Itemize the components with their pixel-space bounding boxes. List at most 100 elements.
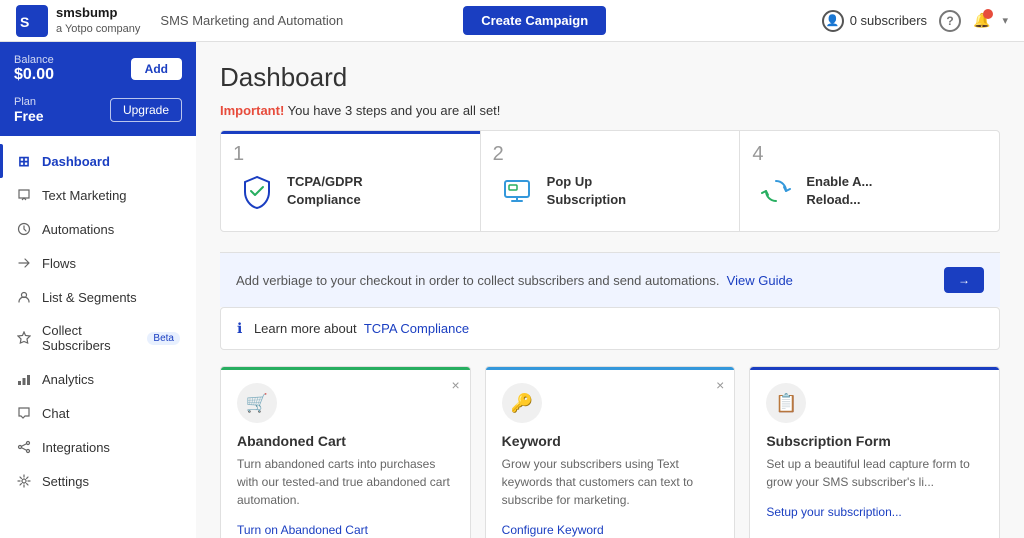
- view-guide-link[interactable]: View Guide: [727, 273, 793, 288]
- sidebar-item-label: Automations: [42, 222, 114, 237]
- plan-value: Free: [14, 108, 44, 124]
- subscribers-count: 0 subscribers: [850, 13, 927, 28]
- step-number-2: 2: [493, 143, 504, 166]
- sidebar-item-list-segments[interactable]: List & Segments: [0, 280, 196, 314]
- sidebar-item-collect-subscribers[interactable]: Collect Subscribers Beta: [0, 314, 196, 362]
- layout: Balance $0.00 Add Plan Free Upgrade ⊞ Da…: [0, 42, 1024, 538]
- page-title: Dashboard: [220, 62, 1000, 93]
- abandoned-cart-close-button[interactable]: ×: [451, 377, 459, 393]
- step-label-1: TCPA/GDPRCompliance: [287, 173, 363, 209]
- steps-container: 1 TCPA/GDPRCompliance 2: [220, 130, 1000, 232]
- sidebar-item-label: Integrations: [42, 440, 110, 455]
- subscribers-button[interactable]: 👤 0 subscribers: [822, 10, 927, 32]
- subscription-form-card: 📋 Subscription Form Set up a beautiful l…: [749, 366, 1000, 538]
- sidebar-plan: Plan Free Upgrade: [0, 92, 196, 136]
- compliance-text-area: ℹ Learn more about TCPA Compliance: [237, 320, 469, 337]
- compliance-icon: ℹ: [237, 320, 242, 336]
- info-bar-button[interactable]: →: [944, 267, 984, 293]
- logo-sub: a Yotpo company: [56, 23, 140, 35]
- main-content: Dashboard Important! You have 3 steps an…: [196, 42, 1024, 538]
- tcpa-link[interactable]: TCPA Compliance: [364, 321, 469, 336]
- step-number-1: 1: [233, 143, 244, 166]
- keyword-card: × 🔑 Keyword Grow your subscribers using …: [485, 366, 736, 538]
- abandoned-cart-card: × 🛒 Abandoned Cart Turn abandoned carts …: [220, 366, 471, 538]
- sidebar: Balance $0.00 Add Plan Free Upgrade ⊞ Da…: [0, 42, 196, 538]
- dashboard-icon: ⊞: [16, 153, 32, 169]
- info-text: Add verbiage to your checkout in order t…: [236, 273, 793, 288]
- sidebar-item-dashboard[interactable]: ⊞ Dashboard: [0, 144, 196, 178]
- logo-main: smsbump: [56, 5, 140, 22]
- shield-icon: [237, 171, 277, 211]
- sidebar-item-analytics[interactable]: Analytics: [0, 362, 196, 396]
- sidebar-nav: ⊞ Dashboard Text Marketing Automations: [0, 136, 196, 538]
- form-icon: 📋: [766, 383, 806, 423]
- subscription-form-desc: Set up a beautiful lead capture form to …: [766, 455, 983, 491]
- important-banner: Important! You have 3 steps and you are …: [220, 103, 1000, 118]
- list-segments-icon: [16, 289, 32, 305]
- sidebar-item-label: Chat: [42, 406, 69, 421]
- logo-text: smsbump a Yotpo company: [56, 5, 140, 36]
- sidebar-item-automations[interactable]: Automations: [0, 212, 196, 246]
- key-icon: 🔑: [502, 383, 542, 423]
- plan-label: Plan: [14, 96, 44, 108]
- keyword-close-button[interactable]: ×: [716, 377, 724, 393]
- subscription-form-link[interactable]: Setup your subscription...: [766, 505, 901, 519]
- user-icon: 👤: [822, 10, 844, 32]
- sidebar-item-label: Analytics: [42, 372, 94, 387]
- step-4: 4 Enable A...Reload...: [740, 131, 999, 231]
- step-content-4: Enable A...Reload...: [756, 151, 872, 211]
- cards-row: × 🛒 Abandoned Cart Turn abandoned carts …: [220, 366, 1000, 538]
- automations-icon: [16, 221, 32, 237]
- sidebar-item-label: Flows: [42, 256, 76, 271]
- sidebar-balance: Balance $0.00 Add: [0, 42, 196, 92]
- svg-text:S: S: [20, 14, 29, 30]
- plan-info: Plan Free: [14, 96, 44, 124]
- sidebar-item-label: List & Segments: [42, 290, 137, 305]
- flows-icon: [16, 255, 32, 271]
- topnav-right: 👤 0 subscribers ? 🔔 ▾: [822, 10, 1008, 32]
- balance-info: Balance $0.00: [14, 54, 54, 84]
- sidebar-item-label: Settings: [42, 474, 89, 489]
- sidebar-item-settings[interactable]: Settings: [0, 464, 196, 498]
- sidebar-item-chat[interactable]: Chat: [0, 396, 196, 430]
- balance-amount: $0.00: [14, 66, 54, 84]
- topnav: S smsbump a Yotpo company SMS Marketing …: [0, 0, 1024, 42]
- step-label-4: Enable A...Reload...: [806, 173, 872, 209]
- bell-icon[interactable]: 🔔: [973, 12, 990, 29]
- logo-area: S smsbump a Yotpo company SMS Marketing …: [16, 5, 343, 37]
- keyword-desc: Grow your subscribers using Text keyword…: [502, 455, 719, 509]
- card-top-bar-blue: [486, 367, 735, 370]
- chevron-down-icon[interactable]: ▾: [1002, 14, 1008, 27]
- abandoned-cart-link[interactable]: Turn on Abandoned Cart: [237, 523, 368, 537]
- info-bar: Add verbiage to your checkout in order t…: [220, 252, 1000, 307]
- smsbump-logo-icon: S: [16, 5, 48, 37]
- card-top-bar-indigo: [750, 367, 999, 370]
- analytics-icon: [16, 371, 32, 387]
- compliance-notice: ℹ Learn more about TCPA Compliance: [220, 307, 1000, 350]
- abandoned-cart-desc: Turn abandoned carts into purchases with…: [237, 455, 454, 509]
- compliance-text: Learn more about: [254, 321, 357, 336]
- important-desc: You have 3 steps and you are all set!: [288, 103, 501, 118]
- add-balance-button[interactable]: Add: [131, 58, 182, 80]
- step-number-4: 4: [752, 143, 763, 166]
- chat-icon: [16, 405, 32, 421]
- settings-icon: [16, 473, 32, 489]
- upgrade-button[interactable]: Upgrade: [110, 98, 182, 122]
- abandoned-cart-title: Abandoned Cart: [237, 433, 454, 449]
- help-icon[interactable]: ?: [939, 10, 961, 32]
- keyword-title: Keyword: [502, 433, 719, 449]
- keyword-link[interactable]: Configure Keyword: [502, 523, 604, 537]
- text-marketing-icon: [16, 187, 32, 203]
- cart-icon: 🛒: [237, 383, 277, 423]
- bell-badge: [983, 9, 993, 19]
- monitor-icon: [497, 171, 537, 211]
- sidebar-item-text-marketing[interactable]: Text Marketing: [0, 178, 196, 212]
- collect-subscribers-icon: [16, 330, 32, 346]
- sidebar-item-label: Dashboard: [42, 154, 110, 169]
- sidebar-item-flows[interactable]: Flows: [0, 246, 196, 280]
- sidebar-item-label: Text Marketing: [42, 188, 127, 203]
- subscription-form-title: Subscription Form: [766, 433, 983, 449]
- step-label-2: Pop UpSubscription: [547, 173, 626, 209]
- create-campaign-button[interactable]: Create Campaign: [463, 6, 606, 35]
- sidebar-item-integrations[interactable]: Integrations: [0, 430, 196, 464]
